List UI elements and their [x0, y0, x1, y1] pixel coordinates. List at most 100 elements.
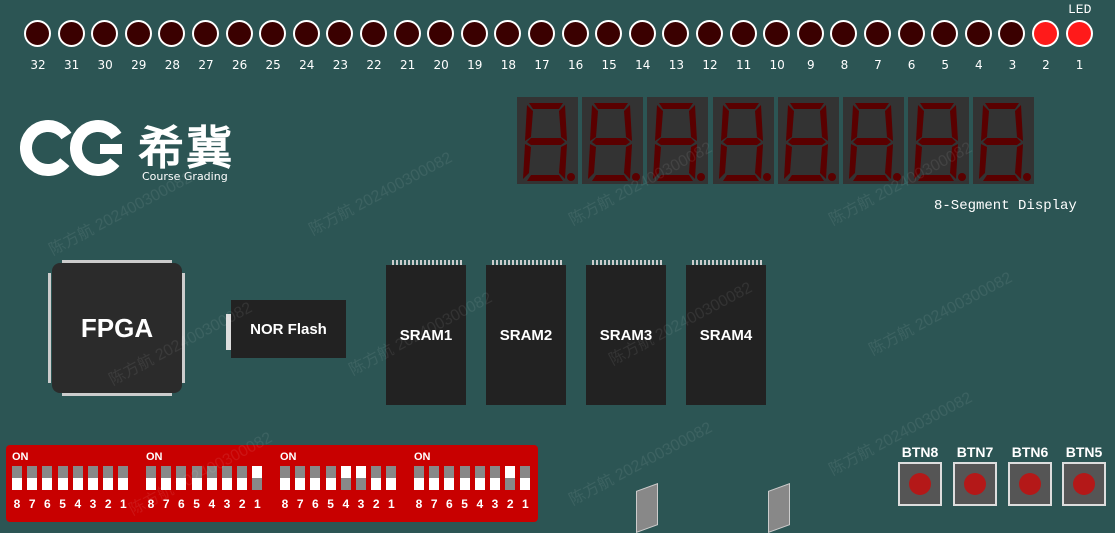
- btn6-button[interactable]: [1008, 462, 1052, 506]
- dip-switch-2-6[interactable]: [176, 466, 187, 490]
- logo-brand: 希冀: [138, 121, 234, 175]
- dip-number: 7: [430, 497, 438, 511]
- sram1-chip: SRAM1: [386, 265, 466, 405]
- dip-switch-3-5[interactable]: [325, 466, 336, 490]
- dip-knob: [295, 478, 306, 490]
- dip-number: 3: [223, 497, 231, 511]
- dip-number: 4: [476, 497, 484, 511]
- led-17: [528, 20, 555, 47]
- dip-switch-1-2[interactable]: [103, 466, 114, 490]
- dip-number: 8: [415, 497, 423, 511]
- dip-number: 4: [342, 497, 350, 511]
- dip-knob: [103, 478, 114, 490]
- led-23: [326, 20, 354, 47]
- dip-switch-1-6[interactable]: [42, 466, 53, 490]
- dip-switch-3-2[interactable]: [371, 466, 382, 490]
- led-28: [158, 20, 186, 47]
- dip-number: 2: [238, 497, 246, 511]
- dip-knob: [88, 478, 98, 490]
- led-30: [91, 20, 119, 47]
- logo-subtitle: Course Grading: [142, 170, 228, 183]
- btn8-button[interactable]: [898, 462, 942, 506]
- led-row: 32 31 30 29 28 27 26 25 24 23 22 21 20 19 18 17 16 15 14 13…: [0, 18, 1115, 78]
- dip-bank-3-on-label: ON: [280, 451, 297, 463]
- dip-switch-4-8[interactable]: [414, 466, 424, 490]
- dip-switch-4-2[interactable]: [505, 466, 516, 490]
- dip-knob: [57, 478, 68, 490]
- btn7-button[interactable]: [953, 462, 997, 506]
- dip-switch-4-6[interactable]: [444, 466, 455, 490]
- dip-knob: [191, 478, 202, 490]
- dip-switch-2-8[interactable]: [146, 466, 156, 490]
- dip-knob: [252, 466, 263, 478]
- led-31: [57, 20, 85, 47]
- dip-switch-3-8[interactable]: [280, 466, 290, 490]
- dip-knob: [118, 478, 129, 490]
- dip-switch-2-4[interactable]: [206, 466, 217, 490]
- btn6-cap: [1019, 473, 1041, 495]
- nor-flash-chip: NOR Flash: [231, 300, 346, 358]
- dip-switch-2-5[interactable]: [191, 466, 202, 490]
- dip-knob: [340, 466, 351, 478]
- dip-switch-4-3[interactable]: [490, 466, 500, 490]
- logo: 希冀 Course Grading: [20, 110, 250, 190]
- led-9: [796, 20, 824, 47]
- dip-number: 5: [327, 497, 334, 511]
- dip-knob: [222, 478, 232, 490]
- dip-knob: [146, 478, 156, 490]
- dip-knob: [474, 478, 485, 490]
- dip-switch-2-3[interactable]: [222, 466, 232, 490]
- led-2: [1032, 20, 1059, 47]
- dip-switch-2-2[interactable]: [237, 466, 248, 490]
- dip-number: 3: [89, 497, 97, 511]
- dip-number: 4: [208, 497, 216, 511]
- dip-switch-3-6[interactable]: [310, 466, 321, 490]
- dip-switch-4-1[interactable]: [520, 466, 531, 490]
- dip-number: 8: [13, 497, 21, 511]
- dip-knob: [27, 478, 38, 490]
- dip-knob: [505, 466, 516, 478]
- dip-switch-4-4[interactable]: [474, 466, 485, 490]
- dip-switch-1-5[interactable]: [57, 466, 68, 490]
- seven-segment-digit-5: [777, 97, 839, 184]
- seven-segment-title: 8-Segment Display: [934, 198, 1077, 214]
- dip-switch-4-5[interactable]: [459, 466, 470, 490]
- led-title: LED: [1068, 2, 1092, 17]
- seven-segment-digit-2: [582, 97, 644, 184]
- led-1: [1065, 20, 1093, 47]
- dip-switch-1-8[interactable]: [12, 466, 22, 490]
- sram2-chip: SRAM2: [486, 265, 566, 405]
- dip-switch-3-3[interactable]: [356, 466, 366, 490]
- dip-number: 1: [388, 497, 395, 511]
- dip-switch-2-7[interactable]: [161, 466, 172, 490]
- dip-knob: [429, 478, 440, 490]
- seven-segment-digit-3: [647, 97, 709, 184]
- slider-switch-2[interactable]: [768, 482, 790, 533]
- dip-number: 5: [193, 497, 200, 511]
- dip-switch-1-7[interactable]: [27, 466, 38, 490]
- dip-switch-1-3[interactable]: [88, 466, 98, 490]
- dip-knob: [356, 466, 366, 478]
- dip-switch-4-7[interactable]: [429, 466, 440, 490]
- led-12: [696, 20, 723, 47]
- led-7: [864, 20, 891, 47]
- dip-switch-3-4[interactable]: [340, 466, 351, 490]
- btn5-button[interactable]: [1062, 462, 1106, 506]
- led-21: [393, 20, 421, 47]
- dip-switch-3-7[interactable]: [295, 466, 306, 490]
- slider-switch-1[interactable]: [636, 482, 658, 533]
- dip-switch-3-1[interactable]: [386, 466, 397, 490]
- dip-knob: [386, 478, 397, 490]
- dip-number: 2: [372, 497, 380, 511]
- dip-switch-2-1[interactable]: [252, 466, 263, 490]
- seven-segment-digit-7: [908, 97, 970, 184]
- dip-number: 6: [178, 497, 185, 511]
- dip-switch-1-1[interactable]: [118, 466, 129, 490]
- dip-number: 8: [281, 497, 289, 511]
- led-11: [729, 20, 757, 47]
- dip-number: 1: [120, 497, 127, 511]
- dip-switch-1-4[interactable]: [72, 466, 83, 490]
- sram3-chip: SRAM3: [586, 265, 666, 405]
- led-27: [192, 20, 219, 47]
- watermark-text: 陈方航 202400300082: [306, 149, 456, 240]
